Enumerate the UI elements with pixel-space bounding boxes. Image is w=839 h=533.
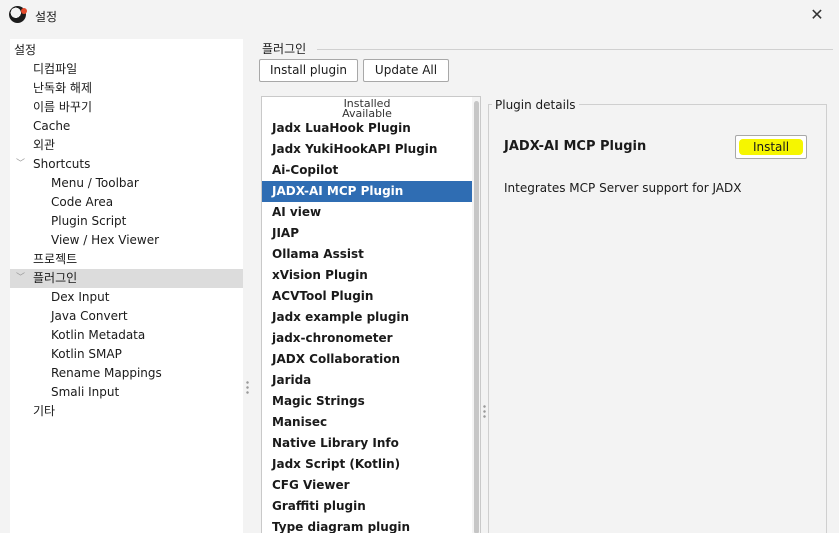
tree-item[interactable]: Java Convert — [10, 307, 243, 326]
title-bar: 설정 ✕ — [0, 0, 839, 32]
tree-item-label: 프로젝트 — [33, 252, 78, 266]
tree-item-label: Plugin Script — [51, 214, 127, 228]
tree-item-label: Dex Input — [51, 290, 110, 304]
chevron-down-icon[interactable]: ﹀ — [16, 155, 26, 174]
tree-item[interactable]: Plugin Script — [10, 212, 243, 231]
tree-item-label: Code Area — [51, 195, 114, 209]
plugin-list-item[interactable]: AI view — [262, 202, 472, 223]
tree-item[interactable]: Menu / Toolbar — [10, 174, 243, 193]
plugin-list-item[interactable]: Ollama Assist — [262, 244, 472, 265]
tree-item[interactable]: Kotlin Metadata — [10, 326, 243, 345]
tree-item[interactable]: Code Area — [10, 193, 243, 212]
plugin-list-item[interactable]: CFG Viewer — [262, 475, 472, 496]
tree-item[interactable]: 설정 — [10, 41, 243, 60]
tree-item-label: Smali Input — [51, 385, 120, 399]
scrollbar-thumb[interactable] — [474, 101, 479, 533]
plugin-list-item[interactable]: JIAP — [262, 223, 472, 244]
tree-item-label: Shortcuts — [33, 157, 91, 171]
tree-item[interactable]: Kotlin SMAP — [10, 345, 243, 364]
window-title: 설정 — [35, 10, 58, 24]
plugin-list[interactable]: Installed Available Jadx LuaHook Plugin J… — [261, 96, 481, 533]
tree-item-label: 플러그인 — [33, 271, 78, 285]
tree-item-label: 외관 — [33, 138, 56, 152]
update-all-button[interactable]: Update All — [363, 59, 449, 82]
tree-item[interactable]: 외관 — [10, 136, 243, 155]
chevron-down-icon[interactable]: ﹀ — [16, 269, 26, 288]
plugin-list-item[interactable]: Native Library Info — [262, 433, 472, 454]
plugin-name: JADX-AI MCP Plugin — [504, 139, 647, 154]
plugin-list-item[interactable]: Type diagram plugin — [262, 517, 472, 533]
tree-item[interactable]: 기타 — [10, 402, 243, 421]
close-icon[interactable]: ✕ — [806, 4, 828, 26]
tree-item-label: 디컴파일 — [33, 62, 78, 76]
tree-item[interactable]: ﹀ Shortcuts — [10, 155, 243, 174]
tree-item-label: Menu / Toolbar — [51, 176, 139, 190]
plugin-list-item[interactable]: xVision Plugin — [262, 265, 472, 286]
tree-item[interactable]: Rename Mappings — [10, 364, 243, 383]
tree-item[interactable]: Cache — [10, 117, 243, 136]
install-button[interactable]: Install — [735, 135, 807, 159]
jadx-app-icon — [9, 6, 27, 23]
splitter-handle-left[interactable] — [246, 380, 249, 396]
tree-item[interactable]: ﹀ 플러그인 — [10, 269, 243, 288]
install-plugin-button[interactable]: Install plugin — [259, 59, 358, 82]
tree-item-label: Kotlin Metadata — [51, 328, 146, 342]
plugin-list-item[interactable]: ACVTool Plugin — [262, 286, 472, 307]
plugin-details-legend: Plugin details — [492, 98, 579, 112]
plugin-list-item[interactable]: Manisec — [262, 412, 472, 433]
tree-item-label: Java Convert — [51, 309, 128, 323]
plugin-list-item[interactable]: Jadx example plugin — [262, 307, 472, 328]
plugin-list-item[interactable]: Jarida — [262, 370, 472, 391]
tree-item-label: 이름 바꾸기 — [33, 100, 93, 114]
plugin-list-item[interactable]: Graffiti plugin — [262, 496, 472, 517]
plugin-list-item[interactable]: Jadx LuaHook Plugin — [262, 118, 472, 139]
install-button-label: Install — [752, 140, 790, 154]
plugin-list-scrollbar[interactable] — [472, 97, 480, 533]
tree-item[interactable]: Dex Input — [10, 288, 243, 307]
section-divider — [317, 49, 833, 50]
plugin-details-panel — [488, 104, 827, 533]
plugin-list-item[interactable]: Jadx Script (Kotlin) — [262, 454, 472, 475]
plugin-list-item[interactable]: Jadx YukiHookAPI Plugin — [262, 139, 472, 160]
tree-item-label: 설정 — [14, 43, 37, 57]
tree-item-label: 난독화 해제 — [33, 81, 93, 95]
tree-item[interactable]: 난독화 해제 — [10, 79, 243, 98]
plugin-list-item[interactable]: JADX Collaboration — [262, 349, 472, 370]
settings-tree[interactable]: 설정디컴파일난독화 해제이름 바꾸기 Cache 외관 ﹀ Shortcuts Menu … — [10, 39, 243, 533]
tree-item-label: View / Hex Viewer — [51, 233, 160, 247]
tree-item[interactable]: 디컴파일 — [10, 60, 243, 79]
plugin-description: Integrates MCP Server support for JADX — [504, 181, 742, 195]
tree-item[interactable]: Smali Input — [10, 383, 243, 402]
plugin-list-item[interactable]: JADX-AI MCP Plugin — [262, 181, 472, 202]
splitter-handle-right[interactable] — [483, 404, 486, 420]
tree-item[interactable]: 이름 바꾸기 — [10, 98, 243, 117]
tree-item-label: 기타 — [33, 404, 56, 418]
plugins-section-title: 플러그인 — [262, 42, 307, 56]
plugin-list-item[interactable]: jadx-chronometer — [262, 328, 472, 349]
tree-item-label: Kotlin SMAP — [51, 347, 122, 361]
tree-item[interactable]: View / Hex Viewer — [10, 231, 243, 250]
plugin-list-item[interactable]: Ai-Copilot — [262, 160, 472, 181]
tree-item[interactable]: 프로젝트 — [10, 250, 243, 269]
tree-item-label: Rename Mappings — [51, 366, 162, 380]
tree-item-label: Cache — [33, 119, 71, 133]
plugin-list-item[interactable]: Magic Strings — [262, 391, 472, 412]
